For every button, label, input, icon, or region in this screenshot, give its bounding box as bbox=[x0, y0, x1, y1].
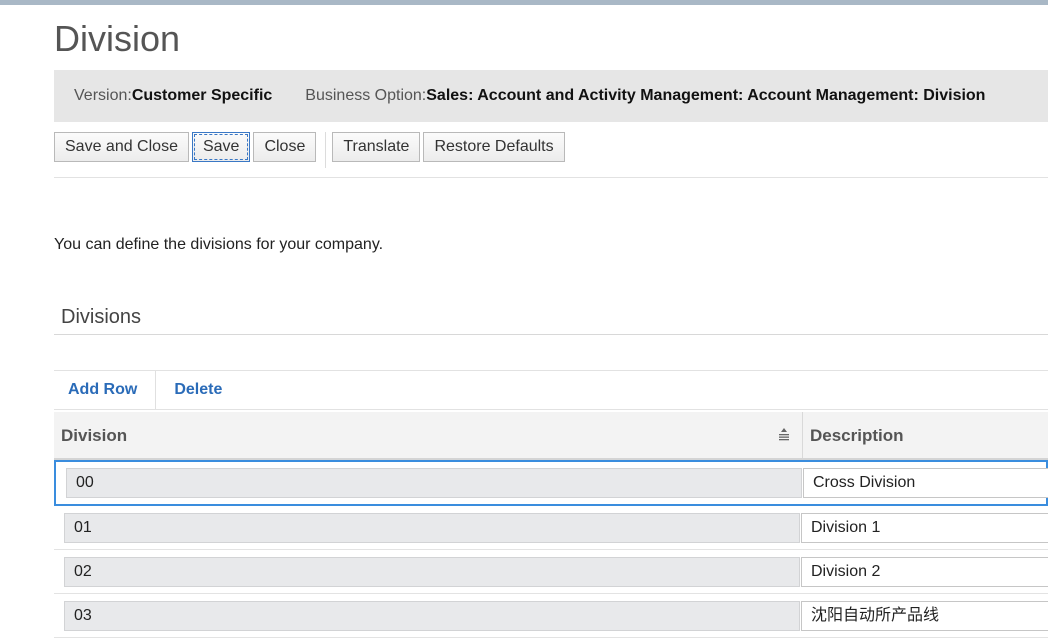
division-cell: 02 bbox=[64, 556, 800, 587]
intro-text: You can define the divisions for your co… bbox=[54, 236, 384, 253]
column-header-division[interactable]: Division bbox=[54, 412, 803, 458]
division-cell: 00 bbox=[66, 468, 802, 498]
table-row[interactable]: 02 Division 2 bbox=[54, 550, 1048, 594]
column-header-description[interactable]: Description bbox=[803, 412, 1048, 458]
division-cell: 01 bbox=[64, 512, 800, 543]
version-label: Version: bbox=[74, 87, 132, 104]
window-top-bar bbox=[0, 0, 1048, 5]
add-row-button[interactable]: Add Row bbox=[54, 381, 151, 399]
table-row[interactable]: 03 沈阳自动所产品线 bbox=[54, 594, 1048, 638]
delete-button[interactable]: Delete bbox=[160, 381, 236, 399]
table-row[interactable]: 01 Division 1 bbox=[54, 506, 1048, 550]
column-header-division-label: Division bbox=[61, 426, 128, 445]
sort-ascending-icon[interactable] bbox=[776, 426, 792, 442]
toolbar: Save and Close Save Close Translate Rest… bbox=[54, 132, 1048, 178]
business-option-value: Sales: Account and Activity Management: … bbox=[426, 87, 986, 104]
action-separator bbox=[155, 371, 157, 409]
business-option-label: Business Option: bbox=[305, 87, 427, 104]
description-input[interactable]: Cross Division bbox=[803, 468, 1048, 498]
table-header: Division Description bbox=[54, 412, 1048, 460]
section-title: Divisions bbox=[54, 300, 1048, 335]
description-input[interactable]: Division 2 bbox=[801, 556, 1048, 587]
save-and-close-button[interactable]: Save and Close bbox=[54, 132, 189, 162]
close-button[interactable]: Close bbox=[253, 132, 317, 162]
save-button[interactable]: Save bbox=[191, 132, 251, 162]
page-title: Division bbox=[54, 18, 181, 59]
description-input[interactable]: Division 1 bbox=[801, 512, 1048, 543]
translate-button[interactable]: Translate bbox=[332, 132, 421, 162]
division-cell: 03 bbox=[64, 600, 800, 631]
toolbar-separator bbox=[325, 132, 327, 168]
table-row[interactable]: 00 Cross Division bbox=[54, 460, 1048, 506]
info-bar: Version: Customer Specific Business Optio… bbox=[54, 70, 1048, 122]
divisions-table: Division Description 00 Cross Division 0… bbox=[54, 412, 1048, 638]
table-action-bar: Add Row Delete bbox=[54, 370, 1048, 410]
description-input[interactable]: 沈阳自动所产品线 bbox=[801, 600, 1048, 631]
version-value: Customer Specific bbox=[131, 87, 273, 104]
restore-defaults-button[interactable]: Restore Defaults bbox=[423, 132, 565, 162]
